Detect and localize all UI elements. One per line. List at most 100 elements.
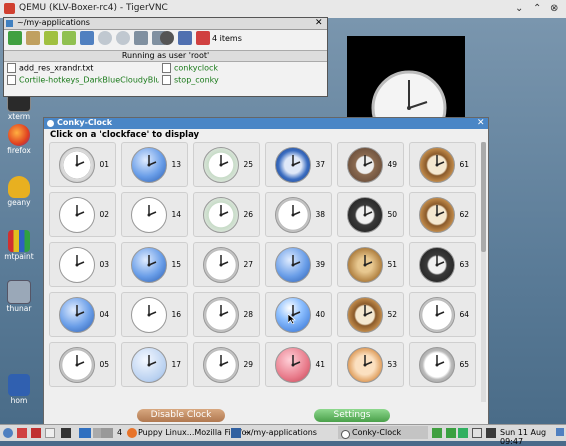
clockface-cell[interactable]: 41 <box>265 342 332 387</box>
clockface-cell[interactable]: 39 <box>265 242 332 287</box>
clockface-number: 14 <box>171 210 181 219</box>
clockface-cell[interactable]: 37 <box>265 142 332 187</box>
close-icon[interactable]: ✕ <box>477 118 485 128</box>
scrollbar-thumb[interactable] <box>481 142 486 252</box>
clockface-number: 05 <box>99 360 109 369</box>
clockface-number: 29 <box>243 360 253 369</box>
conky-clock-window: Conky-Clock ✕ Click on a 'clockface' to … <box>43 117 489 426</box>
desktop-icon-label: xterm <box>7 112 31 121</box>
desktop-icon-thunar[interactable]: thunar <box>2 280 36 313</box>
clockface-number: 53 <box>387 360 397 369</box>
desktop-icon-mtpaint[interactable]: mtpaint <box>2 230 36 261</box>
battery-icon[interactable] <box>472 428 482 438</box>
filing-cabinet-icon <box>7 280 31 304</box>
disable-clock-button[interactable]: Disable Clock <box>137 409 225 422</box>
scrollbar[interactable] <box>481 142 486 402</box>
network-icon[interactable] <box>432 428 442 438</box>
vnc-title: QEMU (KLV-Boxer-rc4) - TigerVNC <box>19 3 168 13</box>
clockface-icon <box>419 247 455 283</box>
file-manager-titlebar[interactable]: ~/my-applications ✕ <box>4 18 327 30</box>
zoom-in-icon[interactable] <box>98 31 112 45</box>
home-folder-icon <box>8 374 30 396</box>
forward-icon[interactable] <box>62 31 76 45</box>
file-item[interactable]: add_res_xrandr.txt <box>7 63 93 73</box>
taskbar-task-conky[interactable]: Conky-Clock <box>352 428 401 437</box>
clockface-cell[interactable]: 02 <box>49 192 116 237</box>
clockface-cell[interactable]: 14 <box>121 192 188 237</box>
file-manager-window: ~/my-applications ✕ 4 items Running as u… <box>3 17 328 97</box>
up-arrow-icon[interactable] <box>8 31 22 45</box>
clockface-cell[interactable]: 03 <box>49 242 116 287</box>
clockface-icon <box>131 147 167 183</box>
taskbar-task-file-manager[interactable]: ~/my-applications <box>244 428 317 437</box>
desktop-icon-label: hom <box>10 396 28 405</box>
settings-button[interactable]: Settings <box>314 409 390 422</box>
clockface-cell[interactable]: 50 <box>337 192 404 237</box>
conky-clock-titlebar[interactable]: Conky-Clock ✕ <box>44 118 488 129</box>
home-icon[interactable] <box>26 31 40 45</box>
clockface-cell[interactable]: 65 <box>409 342 476 387</box>
clockface-cell[interactable]: 53 <box>337 342 404 387</box>
clockface-cell[interactable]: 49 <box>337 142 404 187</box>
details-view-icon[interactable] <box>178 31 192 45</box>
refresh-icon[interactable] <box>80 31 94 45</box>
clockface-cell[interactable]: 29 <box>193 342 260 387</box>
clockface-cell[interactable]: 04 <box>49 292 116 337</box>
clockface-cell[interactable]: 64 <box>409 292 476 337</box>
clockface-cell[interactable]: 40 <box>265 292 332 337</box>
desktop-icon-geany[interactable]: geany <box>2 176 36 207</box>
clockface-cell[interactable]: 62 <box>409 192 476 237</box>
start-menu-icon[interactable] <box>3 428 13 438</box>
green-tray-icon[interactable] <box>458 428 468 438</box>
clockface-cell[interactable]: 27 <box>193 242 260 287</box>
back-icon[interactable] <box>44 31 58 45</box>
clockface-cell[interactable]: 16 <box>121 292 188 337</box>
clockface-icon <box>203 197 239 233</box>
clockface-cell[interactable]: 15 <box>121 242 188 287</box>
clockface-icon <box>275 197 311 233</box>
desktop-icon-label: geany <box>7 198 31 207</box>
clockface-cell[interactable]: 17 <box>121 342 188 387</box>
terminal-icon[interactable] <box>61 428 71 438</box>
clockface-cell[interactable]: 51 <box>337 242 404 287</box>
tray-blue-icon[interactable] <box>556 428 564 436</box>
clockface-grid: 01 13 25 37 49 61 02 14 26 38 50 62 03 15 27 39 51 63 04 16… <box>49 142 479 402</box>
clockface-cell[interactable]: 13 <box>121 142 188 187</box>
volume-icon[interactable] <box>486 428 496 438</box>
minimize-button[interactable]: ⌄ <box>515 3 523 14</box>
workspace-3[interactable] <box>101 428 113 438</box>
clockface-cell[interactable]: 01 <box>49 142 116 187</box>
list-view-icon[interactable] <box>134 31 148 45</box>
red-app-icon[interactable] <box>17 428 27 438</box>
workspace-1[interactable] <box>79 428 91 438</box>
file-item[interactable]: Cortile-hotkeys_DarkBlueCloudyBlue.s <box>7 75 159 85</box>
file-manager-title: ~/my-applications <box>17 18 90 27</box>
desktop-icon-home[interactable]: hom <box>2 374 36 405</box>
close-button[interactable]: ⊗ <box>550 3 558 14</box>
close-icon[interactable]: ✕ <box>315 18 323 28</box>
desktop-icon-firefox[interactable]: firefox <box>2 124 36 155</box>
file-item[interactable]: stop_conky <box>162 75 219 85</box>
eye-icon[interactable] <box>160 31 174 45</box>
clockface-cell[interactable]: 28 <box>193 292 260 337</box>
clockface-cell[interactable]: 25 <box>193 142 260 187</box>
red-app-icon[interactable] <box>31 428 41 438</box>
instruction-header: Click on a 'clockface' to display <box>50 130 200 140</box>
clockface-number: 27 <box>243 260 253 269</box>
blank-icon[interactable] <box>45 428 55 438</box>
update-icon[interactable] <box>446 428 456 438</box>
clockface-cell[interactable]: 26 <box>193 192 260 237</box>
clockface-cell[interactable]: 61 <box>409 142 476 187</box>
clockface-cell[interactable]: 05 <box>49 342 116 387</box>
stop-icon[interactable] <box>196 31 210 45</box>
clockface-icon <box>203 347 239 383</box>
file-item[interactable]: conkyclock <box>162 63 218 73</box>
zoom-out-icon[interactable] <box>116 31 130 45</box>
clockface-cell[interactable]: 52 <box>337 292 404 337</box>
clockface-number: 49 <box>387 160 397 169</box>
clockface-icon <box>59 147 95 183</box>
clockface-cell[interactable]: 63 <box>409 242 476 287</box>
window-menu-icon[interactable] <box>47 120 54 127</box>
clockface-cell[interactable]: 38 <box>265 192 332 237</box>
maximize-button[interactable]: ⌃ <box>533 3 541 14</box>
